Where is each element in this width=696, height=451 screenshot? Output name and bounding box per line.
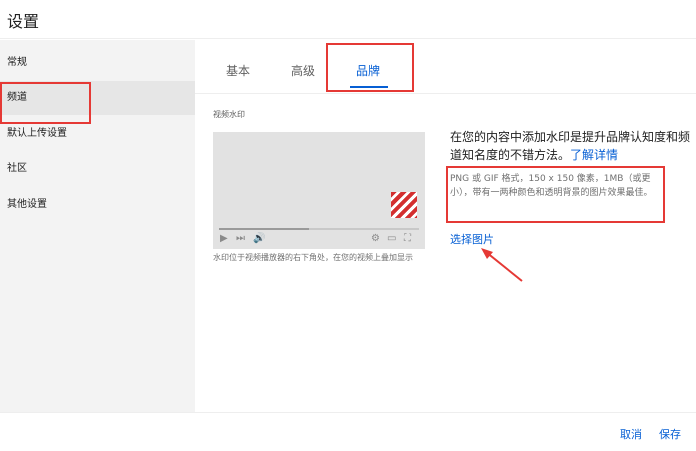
tab-bar: 基本 高级 品牌 [195, 40, 696, 94]
sidebar-item-label: 频道 [7, 92, 27, 103]
tab-active-indicator [350, 86, 388, 88]
sidebar-item-label: 社区 [7, 163, 27, 174]
tab-branding[interactable]: 品牌 [356, 62, 380, 79]
sidebar-item-label: 默认上传设置 [7, 128, 67, 139]
footer-divider [0, 412, 696, 413]
choose-image-button[interactable]: 选择图片 [450, 231, 494, 247]
section-label: 视频水印 [213, 110, 245, 119]
theater-icon: ▭ [387, 233, 397, 244]
progress-bar [219, 228, 419, 230]
watermark-description: 在您的内容中添加水印是提升品牌认知度和频道知名度的不错方法。了解详情 [450, 128, 690, 164]
settings-icon: ⚙ [371, 233, 380, 244]
volume-icon: 🔊 [253, 233, 266, 244]
tab-basic[interactable]: 基本 [226, 62, 250, 79]
main-panel: 基本 高级 品牌 视频水印 ▶ ⏭ 🔊 ⚙ ▭ ⛶ 水印位于视频播放器的右下角处… [195, 40, 696, 412]
fullscreen-icon: ⛶ [404, 233, 411, 244]
next-icon: ⏭ [236, 233, 245, 244]
save-button[interactable]: 保存 [659, 426, 681, 442]
cancel-button[interactable]: 取消 [620, 426, 642, 442]
tabs-divider [195, 93, 696, 94]
sidebar: 常规 频道 默认上传设置 社区 其他设置 [0, 40, 195, 412]
sidebar-item-upload-defaults[interactable]: 默认上传设置 [0, 117, 195, 151]
video-player-preview: ▶ ⏭ 🔊 ⚙ ▭ ⛶ [213, 132, 425, 249]
sidebar-item-label: 常规 [7, 57, 27, 68]
image-requirements: PNG 或 GIF 格式，150 x 150 像素，1MB（或更小），带有一两种… [450, 174, 653, 198]
dialog-title: 设置 [7, 12, 40, 31]
learn-more-link[interactable]: 了解详情 [570, 148, 618, 162]
watermark-preview [391, 192, 417, 218]
sidebar-item-general[interactable]: 常规 [0, 46, 195, 80]
header-divider [0, 38, 696, 39]
player-caption: 水印位于视频播放器的右下角处，在您的视频上叠加显示 [213, 253, 413, 262]
sidebar-item-channel[interactable]: 频道 [0, 81, 195, 115]
progress-fill [219, 228, 309, 230]
tab-advanced[interactable]: 高级 [291, 62, 315, 79]
play-icon: ▶ [220, 233, 228, 244]
sidebar-item-label: 其他设置 [7, 199, 47, 210]
sidebar-item-community[interactable]: 社区 [0, 152, 195, 186]
sidebar-item-other[interactable]: 其他设置 [0, 188, 195, 222]
